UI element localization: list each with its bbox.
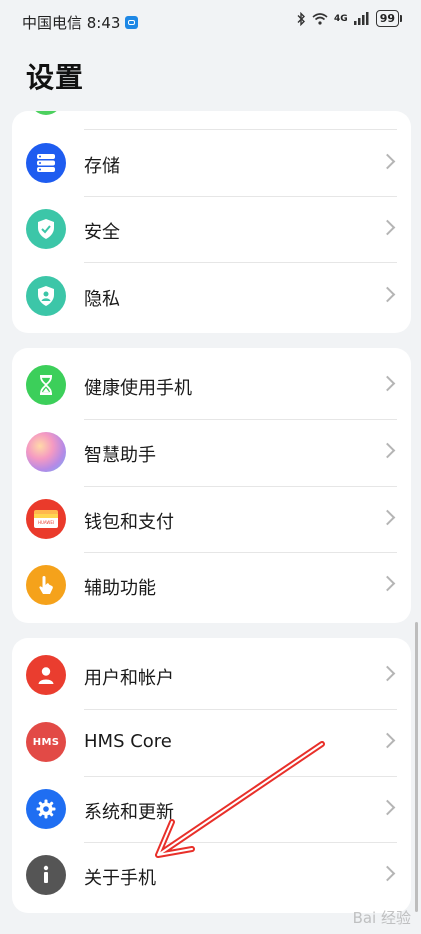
accessibility-hand-icon (26, 565, 66, 605)
settings-item-accessibility[interactable]: 辅助功能 (12, 552, 411, 618)
signal-icon (353, 12, 369, 25)
user-icon (26, 655, 66, 695)
chevron-right-icon (379, 575, 396, 592)
settings-item-about-phone[interactable]: 关于手机 (12, 842, 411, 908)
chevron-right-icon (379, 153, 396, 170)
settings-item-users-accounts[interactable]: 用户和帐户 (12, 642, 411, 708)
settings-item-label: 隐私 (84, 289, 120, 310)
settings-item-hms-core[interactable]: HMS HMS Core (12, 709, 411, 775)
settings-item-label: 存储 (84, 156, 120, 177)
carrier-time: 中国电信 8:43 (22, 14, 121, 32)
settings-item-label: 用户和帐户 (84, 668, 174, 689)
chevron-right-icon (379, 286, 396, 303)
chevron-right-icon (379, 732, 396, 749)
shield-check-icon (26, 209, 66, 249)
hms-icon: HMS (26, 722, 66, 762)
scrollbar[interactable] (415, 622, 418, 912)
settings-item-label: 安全 (84, 222, 120, 243)
scrolled-item-icon (30, 111, 62, 115)
chevron-right-icon (379, 799, 396, 816)
status-bar: 中国电信 8:43 4G 99 (0, 0, 421, 44)
assistant-orb-icon (26, 432, 66, 472)
watermark: Bai 经验 (352, 909, 411, 927)
settings-group-system: 用户和帐户 HMS HMS Core 系统和更新 关于手机 (12, 638, 411, 913)
storage-icon (26, 143, 66, 183)
page-title: 设置 (26, 61, 85, 94)
settings-item-system-update[interactable]: 系统和更新 (12, 776, 411, 842)
settings-group-security: 存储 安全 隐私 (12, 111, 411, 333)
settings-group-features: 健康使用手机 智慧助手 HUAWEI 钱包和支付 辅助功能 (12, 348, 411, 623)
chevron-right-icon (379, 442, 396, 459)
status-right: 4G 99 (296, 10, 403, 27)
settings-item-label: HMS Core (84, 731, 172, 752)
battery-indicator: 99 (375, 10, 403, 27)
info-icon (26, 855, 66, 895)
hourglass-icon (26, 365, 66, 405)
wifi-icon (312, 12, 328, 25)
hms-icon-text: HMS (32, 736, 60, 748)
status-left: 中国电信 8:43 (22, 12, 139, 33)
settings-item-storage[interactable]: 存储 (12, 130, 411, 196)
chevron-right-icon (379, 375, 396, 392)
notification-icon (125, 16, 139, 29)
chevron-right-icon (379, 865, 396, 882)
settings-item-security[interactable]: 安全 (12, 196, 411, 262)
settings-item-smart-assistant[interactable]: 智慧助手 (12, 419, 411, 485)
wallet-icon: HUAWEI (26, 499, 66, 539)
wallet-icon-text: HUAWEI (37, 520, 55, 525)
settings-item-digital-balance[interactable]: 健康使用手机 (12, 352, 411, 418)
chevron-right-icon (379, 219, 396, 236)
settings-item-label: 健康使用手机 (84, 378, 192, 399)
chevron-right-icon (379, 665, 396, 682)
bluetooth-icon (297, 11, 306, 26)
settings-item-wallet[interactable]: HUAWEI 钱包和支付 (12, 486, 411, 552)
privacy-icon (26, 276, 66, 316)
chevron-right-icon (379, 509, 396, 526)
settings-item-label: 辅助功能 (84, 578, 156, 599)
gear-icon (26, 789, 66, 829)
network-type: 4G (334, 13, 348, 24)
settings-item-label: 钱包和支付 (84, 512, 174, 533)
settings-item-privacy[interactable]: 隐私 (12, 263, 411, 329)
settings-item-label: 系统和更新 (84, 802, 174, 823)
settings-item-label: 关于手机 (84, 868, 156, 889)
settings-item-label: 智慧助手 (84, 445, 156, 466)
